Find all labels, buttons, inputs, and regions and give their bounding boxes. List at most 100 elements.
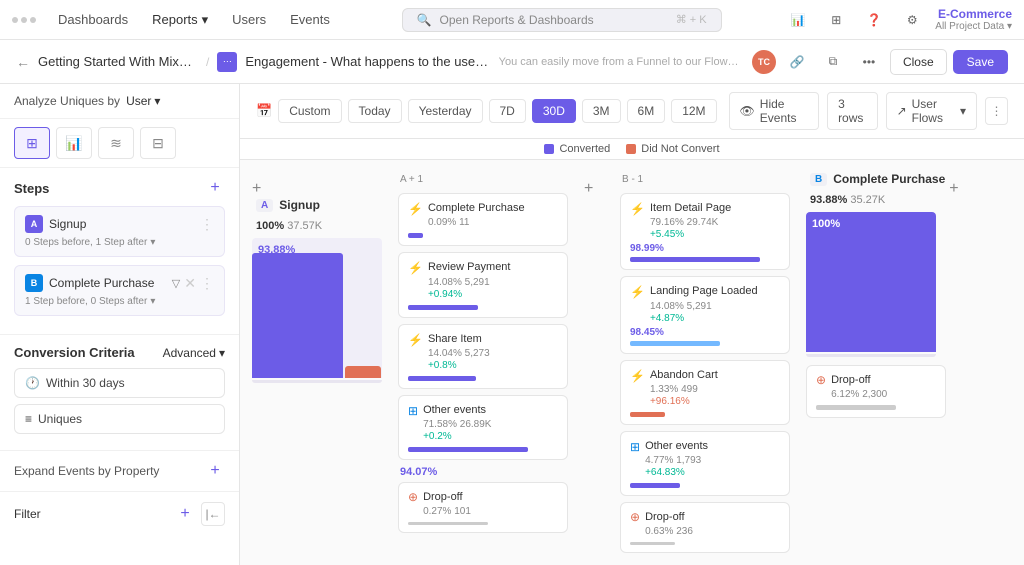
- add-after-b[interactable]: +: [949, 172, 969, 553]
- step-a-name: Signup: [49, 217, 194, 231]
- notifications-icon[interactable]: 📊: [783, 5, 813, 35]
- user-flows-button[interactable]: ↗ User Flows ▾: [886, 92, 977, 130]
- more-options-icon[interactable]: •••: [854, 47, 884, 77]
- filter-add-button[interactable]: +: [175, 504, 195, 524]
- step-a-menu[interactable]: ⋮: [200, 216, 214, 233]
- clock-icon: 🕐: [25, 376, 40, 390]
- col-b-dropoff: ⊕ Drop-off 6.12% 2,300: [806, 365, 946, 418]
- steps-header: Steps +: [14, 178, 225, 198]
- nav-dashboards[interactable]: Dashboards: [48, 8, 138, 31]
- user-dropdown[interactable]: User ▾: [126, 94, 160, 108]
- back-button[interactable]: ←: [16, 54, 30, 70]
- date-12m[interactable]: 12M: [671, 99, 716, 123]
- user-avatar: TC: [752, 50, 776, 74]
- date-3m[interactable]: 3M: [582, 99, 621, 123]
- criteria-section: Conversion Criteria Advanced ▾ 🕐 Within …: [0, 334, 239, 450]
- copy-icon[interactable]: ⧉: [818, 47, 848, 77]
- breadcrumb-bar: ← Getting Started With Mixpan... / ⋯ Eng…: [0, 40, 1024, 84]
- date-today[interactable]: Today: [348, 99, 402, 123]
- search-container: 🔍 Open Reports & Dashboards ⌘ + K: [344, 8, 779, 32]
- step-b-filter[interactable]: ▽: [172, 277, 180, 290]
- more-options-button[interactable]: ⋮: [985, 97, 1008, 125]
- nav-brand: E-Commerce All Project Data ▾: [935, 7, 1012, 32]
- not-converted-legend: Did Not Convert: [626, 143, 719, 155]
- table-viz-icon[interactable]: ⊞: [14, 127, 50, 159]
- dot3: [30, 17, 36, 23]
- event-complete-purchase: ⚡ Complete Purchase 0.09% 11: [398, 193, 568, 246]
- event-bar-rp: [408, 305, 478, 310]
- dot1: [12, 17, 18, 23]
- step-a-badge: A: [25, 215, 43, 233]
- grid-viz-icon[interactable]: ⊟: [140, 127, 176, 159]
- event-item-detail: ⚡ Item Detail Page 79.16% 29.74K +5.45% …: [620, 193, 790, 270]
- col-a-header: A Signup: [252, 198, 382, 212]
- settings-icon[interactable]: ⚙: [897, 5, 927, 35]
- step-b-name: Complete Purchase: [49, 276, 166, 290]
- step-b-sub[interactable]: 1 Step before, 0 Steps after ▾: [25, 296, 214, 307]
- add-before-a[interactable]: +: [252, 172, 272, 198]
- criteria-advanced-dropdown[interactable]: Advanced ▾: [163, 346, 225, 360]
- bar-viz-icon[interactable]: 📊: [56, 127, 92, 159]
- date-yesterday[interactable]: Yesterday: [408, 99, 483, 123]
- search-bar[interactable]: 🔍 Open Reports & Dashboards ⌘ + K: [402, 8, 722, 32]
- flow-viz-icon[interactable]: ≋: [98, 127, 134, 159]
- add-step-button[interactable]: +: [205, 178, 225, 198]
- date-6m[interactable]: 6M: [627, 99, 666, 123]
- col-a-badge: A: [256, 199, 273, 212]
- viz-icons-row: ⊞ 📊 ≋ ⊟: [0, 119, 239, 168]
- col-b-header: B Complete Purchase: [806, 172, 949, 186]
- date-7d[interactable]: 7D: [489, 99, 526, 123]
- step-b-more[interactable]: ⋮: [200, 275, 214, 292]
- event-dropoff-a1: ⊕ Drop-off 0.27% 101: [398, 482, 568, 533]
- link-icon[interactable]: 🔗: [782, 47, 812, 77]
- legend: Converted Did Not Convert: [240, 139, 1024, 160]
- event-icon-idp: ⚡: [630, 202, 645, 216]
- dropoff-icon-b1: ⊕: [630, 510, 640, 524]
- rows-button[interactable]: 3 rows: [827, 92, 878, 130]
- converted-legend: Converted: [544, 143, 610, 155]
- close-button[interactable]: Close: [890, 49, 947, 75]
- collapse-panel-button[interactable]: |←: [201, 502, 225, 526]
- filter-section: Filter + |←: [0, 491, 239, 536]
- dot2: [21, 17, 27, 23]
- criteria-uniques[interactable]: ≡ Uniques: [14, 404, 225, 434]
- col-b-dropoff-icon: ⊕: [816, 373, 826, 387]
- step-a-item: A Signup ⋮ 0 Steps before, 1 Step after …: [14, 206, 225, 257]
- date-30d[interactable]: 30D: [532, 99, 576, 123]
- nav-right-icons: 📊 ⊞ ❓ ⚙ E-Commerce All Project Data ▾: [783, 5, 1012, 35]
- nav-reports[interactable]: Reports ▾: [142, 8, 218, 32]
- event-landing-page: ⚡ Landing Page Loaded 14.08% 5,291 +4.87…: [620, 276, 790, 353]
- save-button[interactable]: Save: [953, 50, 1008, 74]
- event-bar-ob1: [630, 483, 680, 488]
- expand-section: Expand Events by Property +: [0, 450, 239, 491]
- left-panel: Analyze Uniques by User ▾ ⊞ 📊 ≋ ⊟ Steps …: [0, 84, 240, 565]
- main-layout: Analyze Uniques by User ▾ ⊞ 📊 ≋ ⊟ Steps …: [0, 84, 1024, 565]
- help-icon[interactable]: ❓: [859, 5, 889, 35]
- hide-events-button[interactable]: 👁 Hide Events: [729, 92, 820, 130]
- expand-row[interactable]: Expand Events by Property +: [14, 461, 225, 481]
- col-b-name: Complete Purchase: [833, 172, 945, 186]
- event-dropoff-b1: ⊕ Drop-off 0.63% 236: [620, 502, 790, 553]
- event-other-b1: ⊞ Other events 4.77% 1,793 +64.83%: [620, 431, 790, 496]
- funnel-col-a: + A Signup 100% 37.57K: [252, 172, 382, 553]
- event-abandon-cart: ⚡ Abandon Cart 1.33% 499 +96.16%: [620, 360, 790, 425]
- grid-icon[interactable]: ⊞: [821, 5, 851, 35]
- event-bar-lpl: [630, 341, 720, 346]
- dropoff-icon-a1: ⊕: [408, 490, 418, 504]
- nav-users[interactable]: Users: [222, 8, 276, 31]
- expand-add-icon[interactable]: +: [205, 461, 225, 481]
- report-hint: You can easily move from a Funnel to our…: [499, 56, 744, 68]
- nav-events[interactable]: Events: [280, 8, 340, 31]
- criteria-30days[interactable]: 🕐 Within 30 days: [14, 368, 225, 398]
- report-title: Engagement - What happens to the users t…: [245, 54, 490, 69]
- step-a-sub[interactable]: 0 Steps before, 1 Step after ▾: [25, 237, 214, 248]
- eye-icon: 👁: [740, 104, 755, 118]
- event-bar-ac: [630, 412, 665, 417]
- event-icon-rp: ⚡: [408, 261, 423, 275]
- add-between-cols[interactable]: +: [584, 172, 604, 553]
- criteria-header: Conversion Criteria Advanced ▾: [14, 345, 225, 360]
- dropoff-bar-a1: [408, 522, 488, 525]
- date-custom[interactable]: Custom: [278, 99, 341, 123]
- event-bar-cp: [408, 233, 423, 238]
- step-b-menu[interactable]: ✕: [184, 275, 196, 292]
